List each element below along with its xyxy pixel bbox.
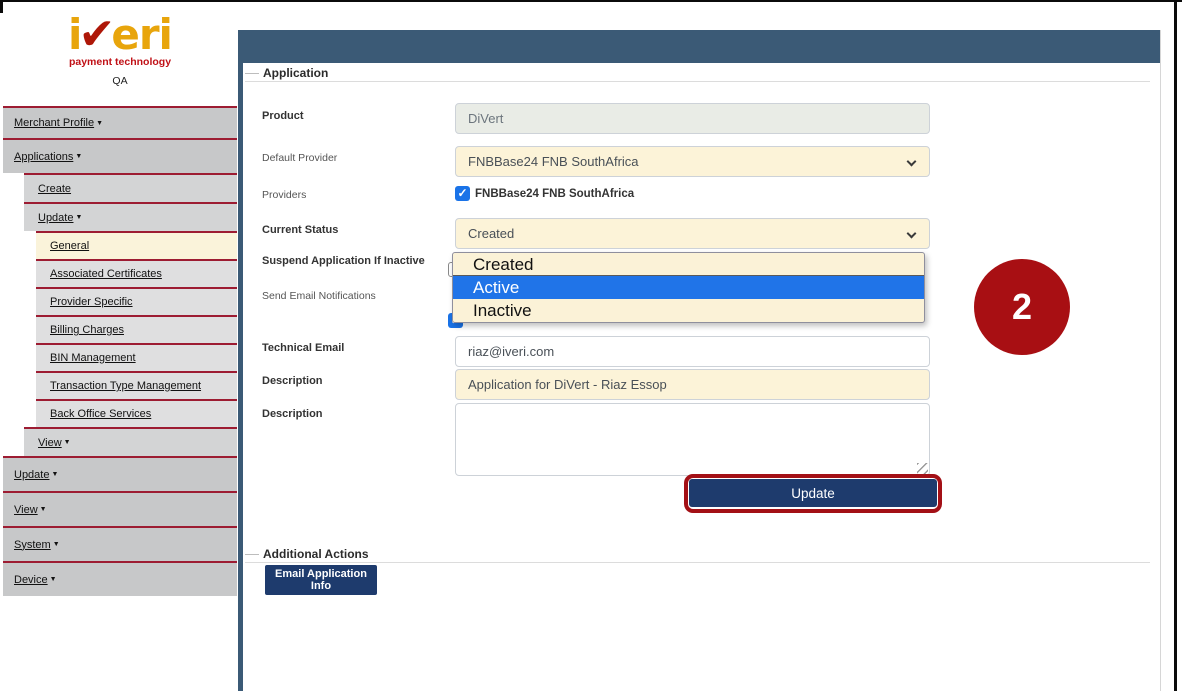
sidebar-item-label: System bbox=[14, 539, 51, 551]
sidebar-item-device[interactable]: Device▼ bbox=[3, 561, 237, 596]
default-provider-label: Default Provider bbox=[262, 152, 337, 164]
expand-arrow-icon: ▼ bbox=[50, 576, 57, 583]
sidebar-item-merchant-profile[interactable]: Merchant Profile▼ bbox=[3, 106, 237, 138]
sidebar-item-create[interactable]: Create bbox=[24, 173, 237, 202]
legend-dash bbox=[245, 554, 259, 555]
step-2-annotation-badge: 2 bbox=[974, 259, 1070, 355]
description-input[interactable] bbox=[455, 369, 930, 400]
providers-label: Providers bbox=[262, 189, 306, 201]
sidebar-item-label: Associated Certificates bbox=[50, 268, 162, 280]
sidebar-item-general[interactable]: General bbox=[36, 231, 237, 259]
window-frame-right bbox=[1174, 0, 1177, 691]
description-label: Description bbox=[262, 375, 323, 387]
chevron-down-icon bbox=[907, 229, 917, 239]
additional-actions-legend-line bbox=[245, 562, 1150, 563]
sidebar-item-label: Create bbox=[38, 183, 71, 195]
sidebar-item-label: Update bbox=[38, 212, 73, 224]
sidebar-item-billing-charges[interactable]: Billing Charges bbox=[36, 315, 237, 343]
sidebar-item-label: Applications bbox=[14, 151, 73, 163]
sidebar-item-view[interactable]: View▼ bbox=[24, 427, 237, 456]
default-provider-value: FNBBase24 FNB SouthAfrica bbox=[468, 154, 639, 169]
sidebar-item-system[interactable]: System▼ bbox=[3, 526, 237, 561]
sidebar-item-applications[interactable]: Applications▼ bbox=[3, 138, 237, 173]
application-section-legend: Application bbox=[245, 66, 328, 80]
status-option-active[interactable]: Active bbox=[453, 276, 924, 299]
status-option-inactive[interactable]: Inactive bbox=[453, 299, 924, 322]
expand-arrow-icon: ▼ bbox=[53, 541, 60, 548]
description-notes-textarea[interactable] bbox=[455, 403, 930, 476]
additional-actions-legend: Additional Actions bbox=[245, 547, 369, 561]
suspend-if-inactive-label: Suspend Application If Inactive bbox=[262, 255, 425, 267]
sidebar: i✔eri payment technology QA Merchant Pro… bbox=[3, 2, 237, 691]
send-email-notifications-label: Send Email Notifications bbox=[262, 290, 376, 302]
default-provider-select[interactable]: FNBBase24 FNB SouthAfrica bbox=[455, 146, 930, 177]
technical-email-input[interactable] bbox=[455, 336, 930, 367]
iveri-logo: i✔eri bbox=[3, 12, 237, 58]
sidebar-item-associated-certificates[interactable]: Associated Certificates bbox=[36, 259, 237, 287]
product-field: DiVert bbox=[455, 103, 930, 134]
sidebar-item-label: Merchant Profile bbox=[14, 117, 94, 129]
description-notes-label: Description bbox=[262, 408, 323, 420]
expand-arrow-icon: ▼ bbox=[64, 439, 71, 446]
sidebar-item-update[interactable]: Update▼ bbox=[3, 456, 237, 491]
expand-arrow-icon: ▼ bbox=[40, 506, 47, 513]
providers-checkbox[interactable]: ✓ bbox=[455, 186, 470, 201]
sidebar-menu: Merchant Profile▼Applications▼CreateUpda… bbox=[3, 106, 237, 596]
expand-arrow-icon: ▼ bbox=[51, 471, 58, 478]
expand-arrow-icon: ▼ bbox=[96, 120, 103, 127]
expand-arrow-icon: ▼ bbox=[75, 153, 82, 160]
sidebar-item-label: Update bbox=[14, 469, 49, 481]
sidebar-item-label: View bbox=[14, 504, 38, 516]
sidebar-item-label: Transaction Type Management bbox=[50, 380, 201, 392]
main-content: Application Product DiVert Default Provi… bbox=[243, 63, 1160, 691]
environment-label: QA bbox=[3, 75, 237, 87]
sidebar-item-label: Billing Charges bbox=[50, 324, 124, 336]
update-button[interactable]: Update bbox=[689, 479, 937, 507]
sidebar-item-label: Provider Specific bbox=[50, 296, 133, 308]
application-legend-text: Application bbox=[263, 66, 328, 80]
technical-email-label: Technical Email bbox=[262, 342, 344, 354]
current-status-label: Current Status bbox=[262, 224, 338, 236]
sidebar-item-view[interactable]: View▼ bbox=[3, 491, 237, 526]
current-status-value: Created bbox=[468, 226, 514, 241]
current-status-dropdown-list: CreatedActiveInactive bbox=[452, 252, 925, 323]
sidebar-item-label: Device bbox=[14, 574, 48, 586]
brand-tagline: payment technology bbox=[3, 56, 237, 68]
content-right-divider bbox=[1160, 30, 1161, 691]
sidebar-item-label: General bbox=[50, 240, 89, 252]
email-application-info-button[interactable]: Email Application Info bbox=[265, 565, 377, 595]
providers-option-label: FNBBase24 FNB SouthAfrica bbox=[475, 188, 634, 200]
sidebar-item-back-office-services[interactable]: Back Office Services bbox=[36, 399, 237, 427]
status-option-created[interactable]: Created bbox=[453, 253, 924, 276]
sidebar-item-update[interactable]: Update▼ bbox=[24, 202, 237, 231]
logo-check-icon: ✔ bbox=[78, 9, 114, 60]
textarea-resize-grip[interactable] bbox=[917, 463, 928, 474]
top-header-bar bbox=[238, 30, 1160, 63]
chevron-down-icon bbox=[907, 157, 917, 167]
additional-actions-legend-text: Additional Actions bbox=[263, 547, 369, 561]
sidebar-item-label: Back Office Services bbox=[50, 408, 151, 420]
current-status-select[interactable]: Created bbox=[455, 218, 930, 249]
logo-letters: eri bbox=[111, 10, 172, 59]
product-label: Product bbox=[262, 110, 304, 122]
application-legend-line bbox=[245, 81, 1150, 82]
sidebar-item-provider-specific[interactable]: Provider Specific bbox=[36, 287, 237, 315]
page: i✔eri payment technology QA Merchant Pro… bbox=[0, 0, 1182, 691]
sidebar-item-label: View bbox=[38, 437, 62, 449]
expand-arrow-icon: ▼ bbox=[75, 214, 82, 221]
brand-logo-block: i✔eri payment technology QA bbox=[3, 2, 237, 106]
sidebar-item-label: BIN Management bbox=[50, 352, 136, 364]
legend-dash bbox=[245, 73, 259, 74]
sidebar-item-transaction-type-management[interactable]: Transaction Type Management bbox=[36, 371, 237, 399]
sidebar-item-bin-management[interactable]: BIN Management bbox=[36, 343, 237, 371]
